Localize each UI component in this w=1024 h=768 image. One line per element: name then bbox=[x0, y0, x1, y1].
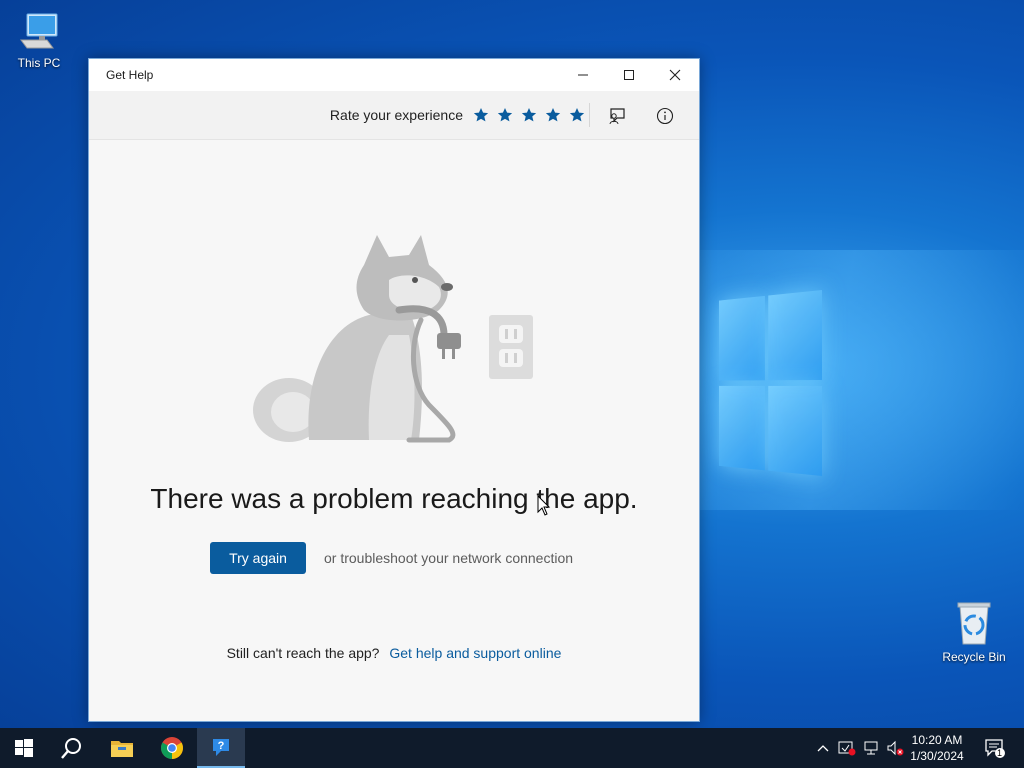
recycle-bin-icon bbox=[957, 602, 991, 645]
search-button[interactable] bbox=[48, 728, 96, 768]
star-icon bbox=[545, 108, 561, 122]
error-content: There was a problem reaching the app. Tr… bbox=[89, 140, 699, 721]
rating-star-4[interactable] bbox=[541, 105, 565, 125]
get-help-icon: ? bbox=[213, 739, 229, 756]
still-cant-reach-text: Still can't reach the app? bbox=[226, 645, 380, 661]
desktop-icon-label: Recycle Bin bbox=[942, 650, 1006, 664]
file-explorer-button[interactable] bbox=[98, 728, 146, 768]
star-icon bbox=[497, 108, 513, 122]
help-support-link[interactable]: Get help and support online bbox=[389, 645, 561, 661]
desktop-icon-label: This PC bbox=[17, 56, 61, 70]
this-pc-icon bbox=[20, 13, 58, 49]
get-help-window: Get Help Rate your experience There was … bbox=[88, 58, 700, 722]
info-button[interactable] bbox=[649, 103, 681, 129]
security-alert-icon bbox=[838, 741, 856, 756]
star-icon bbox=[473, 108, 489, 122]
toolbar-separator bbox=[589, 103, 590, 127]
file-explorer-icon bbox=[111, 741, 133, 757]
windows-logo-wallpaper bbox=[718, 290, 822, 480]
network-icon bbox=[864, 741, 878, 755]
rating-star-3[interactable] bbox=[517, 105, 541, 125]
desktop-icon-recycle-bin[interactable]: Recycle Bin bbox=[938, 600, 1010, 664]
notification-count-badge: 1 bbox=[997, 748, 1003, 758]
mouse-cursor-icon bbox=[537, 495, 551, 516]
minimize-button[interactable] bbox=[560, 59, 606, 91]
start-icon bbox=[15, 739, 33, 757]
tray-network-button[interactable] bbox=[860, 728, 882, 768]
rating-star-2[interactable] bbox=[493, 105, 517, 125]
show-hidden-icons-button[interactable] bbox=[812, 728, 834, 768]
clock-date: 1/30/2024 bbox=[910, 749, 964, 763]
volume-muted-icon bbox=[887, 740, 904, 756]
rating-control: Rate your experience bbox=[330, 105, 589, 125]
search-icon bbox=[61, 738, 81, 759]
feedback-icon bbox=[609, 108, 625, 125]
info-icon bbox=[656, 107, 674, 125]
taskbar-clock[interactable]: 10:20 AM 1/30/2024 bbox=[906, 732, 968, 764]
chrome-icon bbox=[161, 737, 183, 759]
maximize-button[interactable] bbox=[606, 59, 652, 91]
try-again-button[interactable]: Try again bbox=[210, 542, 306, 574]
rating-star-5[interactable] bbox=[565, 105, 589, 125]
rating-star-1[interactable] bbox=[469, 105, 493, 125]
rate-label: Rate your experience bbox=[329, 107, 463, 123]
notification-icon bbox=[985, 739, 1005, 758]
troubleshoot-text: or troubleshoot your network connection bbox=[324, 550, 574, 566]
tray-security-button[interactable] bbox=[836, 728, 858, 768]
chevron-up-icon bbox=[817, 745, 829, 752]
taskbar: ? 10:20 AM 1/30/2024 1 bbox=[0, 728, 1024, 768]
unplugged-dog-illustration bbox=[253, 235, 533, 443]
maximize-icon bbox=[624, 70, 634, 80]
close-button[interactable] bbox=[652, 59, 698, 91]
minimize-icon bbox=[578, 74, 588, 76]
clock-time: 10:20 AM bbox=[911, 733, 963, 747]
start-button[interactable] bbox=[0, 728, 48, 768]
chrome-button[interactable] bbox=[148, 728, 196, 768]
svg-text:?: ? bbox=[218, 740, 225, 752]
desktop-icon-this-pc[interactable]: This PC bbox=[3, 10, 75, 70]
feedback-button[interactable] bbox=[601, 103, 633, 129]
star-icon bbox=[521, 108, 537, 122]
title-bar[interactable]: Get Help bbox=[89, 59, 699, 91]
action-center-button[interactable]: 1 bbox=[980, 728, 1010, 768]
star-icon bbox=[569, 108, 585, 122]
still-cant-reach: Still can't reach the app? Get help and … bbox=[89, 645, 699, 661]
app-toolbar: Rate your experience bbox=[89, 91, 699, 140]
error-headline: There was a problem reaching the app. bbox=[150, 483, 638, 514]
window-title: Get Help bbox=[106, 68, 154, 82]
tray-volume-button[interactable] bbox=[884, 728, 906, 768]
get-help-taskbar-button[interactable]: ? bbox=[197, 728, 245, 768]
close-icon bbox=[669, 69, 681, 81]
